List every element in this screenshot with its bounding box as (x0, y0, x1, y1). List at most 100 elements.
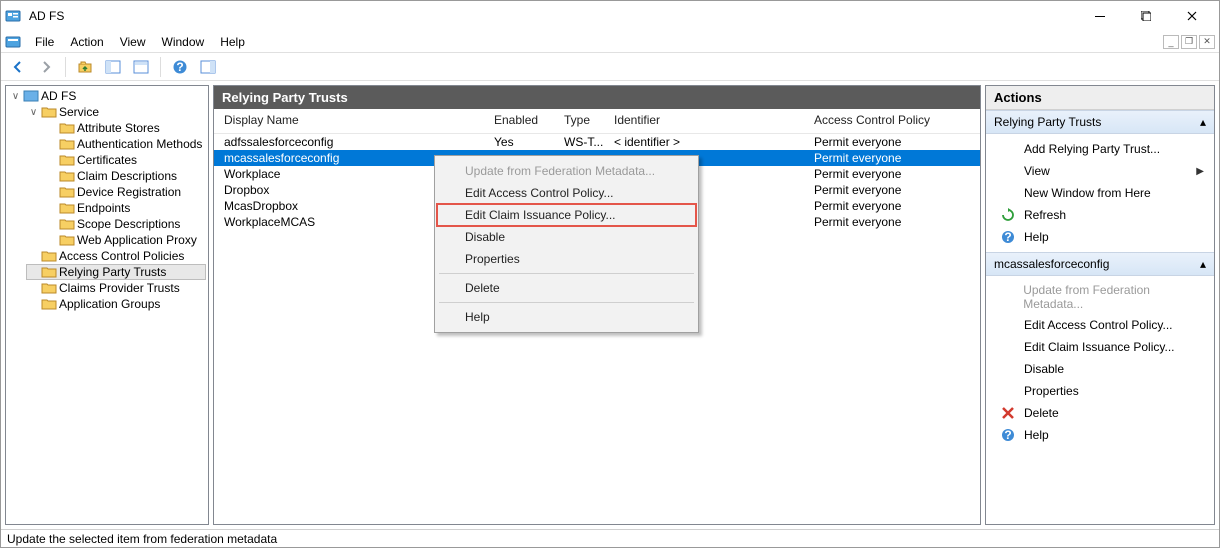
cm-help[interactable]: Help (437, 306, 696, 328)
properties-button[interactable] (130, 56, 152, 78)
show-hide-tree-button[interactable] (102, 56, 124, 78)
tree-claims-provider-trusts[interactable]: Claims Provider Trusts (26, 280, 206, 296)
adfs-icon (23, 89, 39, 103)
tree-label: Authentication Methods (77, 137, 202, 151)
action-delete[interactable]: Delete (986, 402, 1214, 424)
tree-pane: ∨ AD FS ∨ Service Attribute Stores Authe (5, 85, 209, 525)
refresh-icon (1000, 207, 1016, 223)
cm-separator (439, 273, 694, 274)
folder-icon (59, 201, 75, 215)
blank-icon (1000, 339, 1016, 355)
collapse-icon[interactable]: ∨ (10, 91, 21, 102)
action-edit-claim-issuance-policy[interactable]: Edit Claim Issuance Policy... (986, 336, 1214, 358)
blank-icon (1000, 185, 1016, 201)
show-hide-actions-button[interactable] (197, 56, 219, 78)
cell-name: adfssalesforceconfig (224, 135, 494, 149)
tree-certificates[interactable]: Certificates (44, 152, 206, 168)
col-identifier[interactable]: Identifier (614, 113, 814, 127)
cell-acp: Permit everyone (814, 215, 954, 229)
actions-group-rpt[interactable]: Relying Party Trusts ▴ (986, 110, 1214, 134)
adfs-app-icon (5, 8, 21, 24)
tree-root-adfs[interactable]: ∨ AD FS (8, 88, 206, 104)
action-label: View (1024, 164, 1050, 178)
folder-icon (59, 153, 75, 167)
up-folder-button[interactable] (74, 56, 96, 78)
maximize-button[interactable] (1123, 1, 1169, 31)
tree-access-control-policies[interactable]: Access Control Policies (26, 248, 206, 264)
chevron-right-icon: ▶ (1196, 166, 1204, 177)
action-edit-access-control-policy[interactable]: Edit Access Control Policy... (986, 314, 1214, 336)
cell-acp: Permit everyone (814, 199, 954, 213)
tree-attribute-stores[interactable]: Attribute Stores (44, 120, 206, 136)
tree-label: Web Application Proxy (77, 233, 197, 247)
actions-list: Update from Federation Metadata... Edit … (986, 276, 1214, 450)
table-row[interactable]: adfssalesforceconfig Yes WS-T... < ident… (214, 134, 980, 150)
collapse-up-icon: ▴ (1200, 257, 1206, 271)
back-button[interactable] (7, 56, 29, 78)
tree-scope-descriptions[interactable]: Scope Descriptions (44, 216, 206, 232)
delete-icon (1000, 405, 1016, 421)
folder-icon (41, 249, 57, 263)
tree-label: Claim Descriptions (77, 169, 177, 183)
tree-label: Endpoints (77, 201, 130, 215)
tree-label: Access Control Policies (59, 249, 184, 263)
tree-label: Application Groups (59, 297, 160, 311)
tree-claim-descriptions[interactable]: Claim Descriptions (44, 168, 206, 184)
action-add-relying-party-trust[interactable]: Add Relying Party Trust... (986, 138, 1214, 160)
tree-web-application-proxy[interactable]: Web Application Proxy (44, 232, 206, 248)
folder-icon (41, 281, 57, 295)
tree-endpoints[interactable]: Endpoints (44, 200, 206, 216)
statusbar: Update the selected item from federation… (1, 529, 1219, 547)
help-button[interactable]: ? (169, 56, 191, 78)
tree-service[interactable]: ∨ Service (26, 104, 206, 120)
action-properties[interactable]: Properties (986, 380, 1214, 402)
actions-group-selected-item[interactable]: mcassalesforceconfig ▴ (986, 252, 1214, 276)
col-display-name[interactable]: Display Name (224, 113, 494, 127)
folder-icon (59, 121, 75, 135)
minimize-button[interactable] (1077, 1, 1123, 31)
mdi-close-button[interactable]: ✕ (1199, 35, 1215, 49)
tree-authentication-methods[interactable]: Authentication Methods (44, 136, 206, 152)
mdi-minimize-button[interactable]: _ (1163, 35, 1179, 49)
mdi-restore-button[interactable]: ❐ (1181, 35, 1197, 49)
close-button[interactable] (1169, 1, 1215, 31)
toolbar-separator (160, 57, 161, 77)
forward-button[interactable] (35, 56, 57, 78)
action-label: New Window from Here (1024, 186, 1151, 200)
tree-label: Relying Party Trusts (59, 265, 166, 279)
cm-edit-access-control-policy[interactable]: Edit Access Control Policy... (437, 182, 696, 204)
action-help[interactable]: ?Help (986, 424, 1214, 446)
action-label: Update from Federation Metadata... (1023, 283, 1204, 311)
cm-disable[interactable]: Disable (437, 226, 696, 248)
tree-application-groups[interactable]: Application Groups (26, 296, 206, 312)
cm-delete[interactable]: Delete (437, 277, 696, 299)
menu-file[interactable]: File (27, 33, 62, 51)
action-disable[interactable]: Disable (986, 358, 1214, 380)
tree-device-registration[interactable]: Device Registration (44, 184, 206, 200)
col-access-control-policy[interactable]: Access Control Policy (814, 113, 954, 127)
col-enabled[interactable]: Enabled (494, 113, 564, 127)
blank-icon (1000, 289, 1015, 305)
cm-edit-claim-issuance-policy[interactable]: Edit Claim Issuance Policy... (437, 204, 696, 226)
blank-icon (1000, 163, 1016, 179)
col-type[interactable]: Type (564, 113, 614, 127)
action-refresh[interactable]: Refresh (986, 204, 1214, 226)
action-label: Delete (1024, 406, 1059, 420)
menu-view[interactable]: View (112, 33, 154, 51)
center-pane: Relying Party Trusts Display Name Enable… (213, 85, 981, 525)
action-label: Help (1024, 428, 1049, 442)
collapse-icon[interactable]: ∨ (28, 107, 39, 118)
action-help[interactable]: ?Help (986, 226, 1214, 248)
cm-properties[interactable]: Properties (437, 248, 696, 270)
menu-window[interactable]: Window (154, 33, 213, 51)
cell-identifier: < identifier > (614, 135, 814, 149)
action-label: Help (1024, 230, 1049, 244)
center-title: Relying Party Trusts (214, 86, 980, 109)
action-new-window[interactable]: New Window from Here (986, 182, 1214, 204)
action-view[interactable]: View ▶ (986, 160, 1214, 182)
tree-relying-party-trusts[interactable]: Relying Party Trusts (26, 264, 206, 280)
actions-group-label: mcassalesforceconfig (994, 257, 1109, 271)
menu-action[interactable]: Action (62, 33, 111, 51)
menu-help[interactable]: Help (212, 33, 253, 51)
tree-label: Device Registration (77, 185, 181, 199)
